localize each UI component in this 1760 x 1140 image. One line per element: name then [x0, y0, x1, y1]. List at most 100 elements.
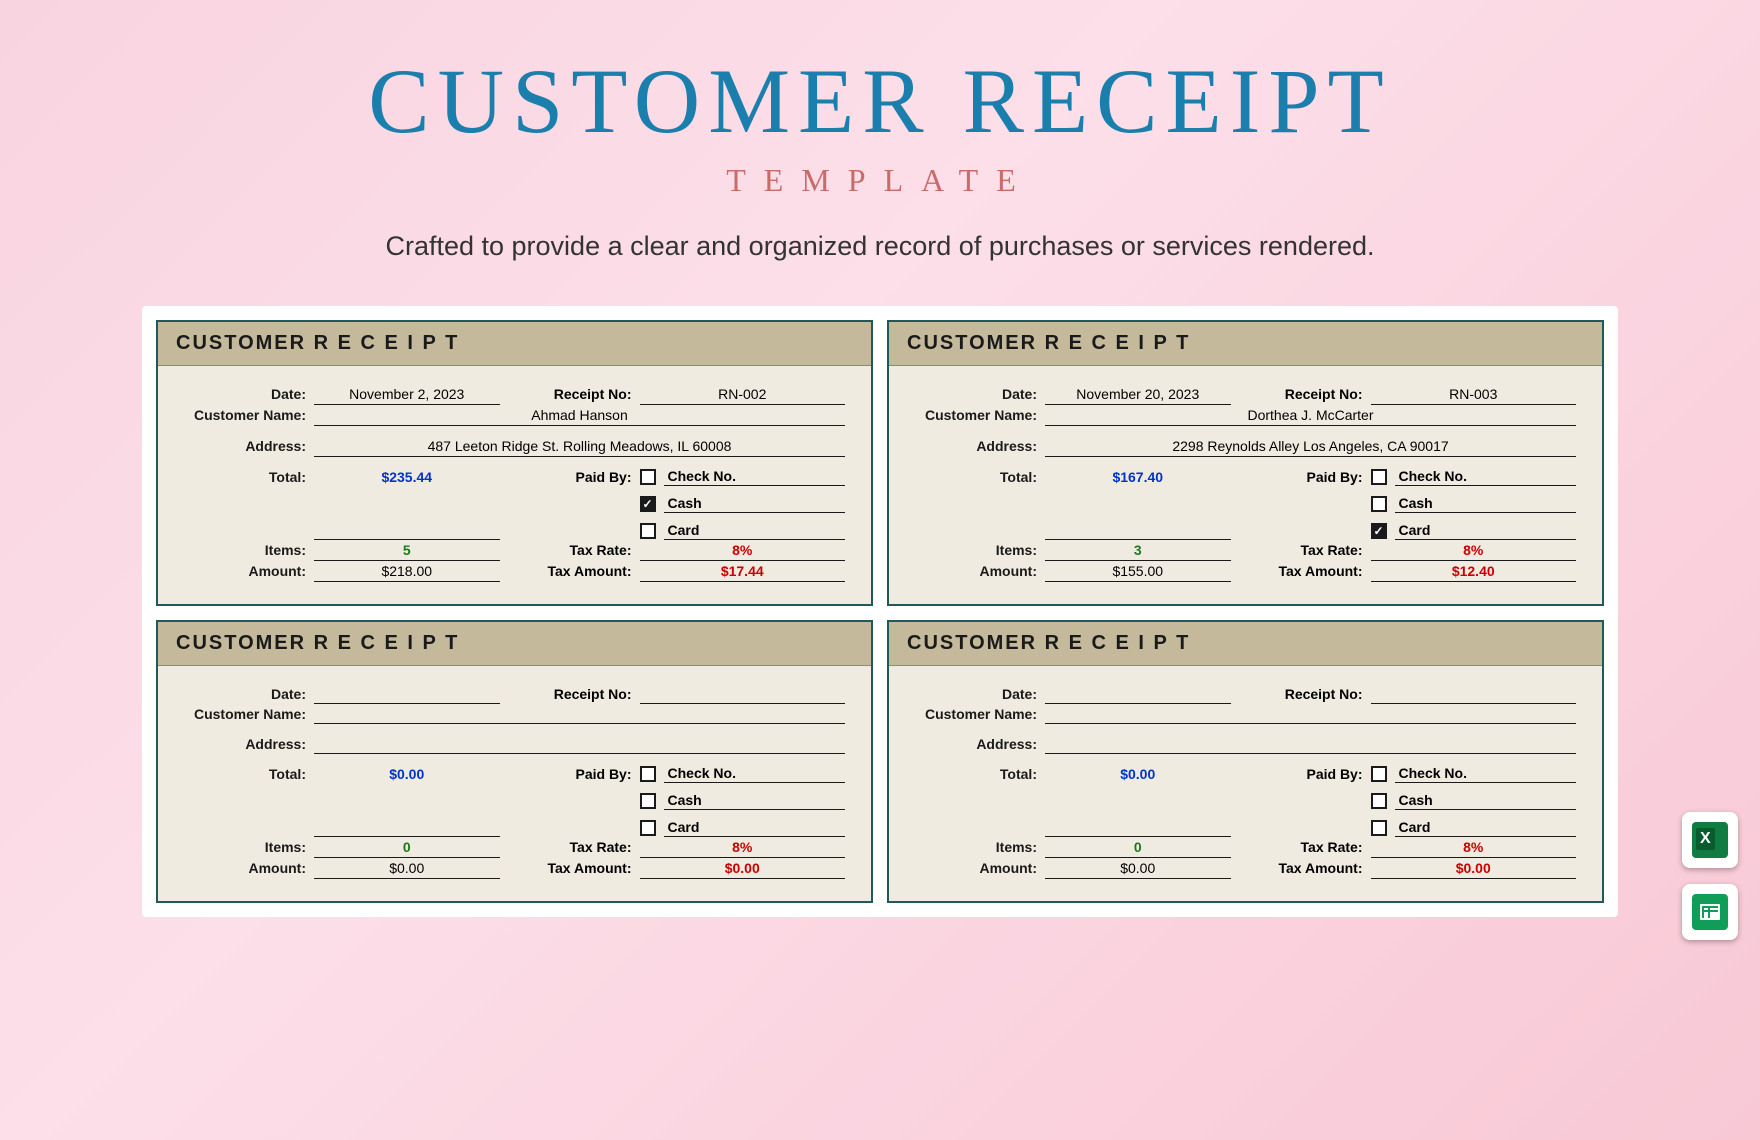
items-label: Items: [184, 837, 314, 858]
taxrate-label: Tax Rate: [530, 837, 640, 858]
items-value: 3 [1045, 540, 1231, 561]
total-label: Total: [915, 467, 1045, 540]
customer-label: Customer Name: [184, 405, 314, 423]
checkbox-icon [1371, 496, 1387, 512]
total-label: Total: [915, 764, 1045, 837]
taxamount-value: $17.44 [640, 561, 846, 582]
receipt-header: CUSTOMER R E C E I P T [889, 622, 1602, 666]
total-label: Total: [184, 764, 314, 837]
taxamount-value: $12.40 [1371, 561, 1577, 582]
address-label: Address: [915, 436, 1045, 454]
amount-value: $0.00 [1045, 858, 1231, 879]
receipt-card: CUSTOMER R E C E I P T Date:November 20,… [887, 320, 1604, 606]
total-value: $167.40 [1045, 467, 1231, 540]
receiptno-label: Receipt No: [1261, 384, 1371, 405]
amount-value: $155.00 [1045, 561, 1231, 582]
date-label: Date: [915, 384, 1045, 405]
card-label: Card [664, 818, 846, 837]
customer-value: Ahmad Hanson [314, 405, 845, 426]
amount-value: $0.00 [314, 858, 500, 879]
customer-value [1045, 704, 1576, 724]
page-subtitle: TEMPLATE [0, 162, 1760, 199]
card-label: Card [664, 521, 846, 540]
items-value: 5 [314, 540, 500, 561]
paidby-label: Paid By: [1261, 764, 1371, 837]
receiptno-label: Receipt No: [530, 684, 640, 704]
address-value: 2298 Reynolds Alley Los Angeles, CA 9001… [1045, 436, 1576, 457]
checkbox-icon [640, 766, 656, 782]
page-description: Crafted to provide a clear and organized… [0, 231, 1760, 262]
date-label: Date: [915, 684, 1045, 704]
receipt-header: CUSTOMER R E C E I P T [158, 322, 871, 366]
taxamount-value: $0.00 [1371, 858, 1577, 879]
excel-icon[interactable] [1682, 812, 1738, 868]
checkbox-icon [640, 820, 656, 836]
card-label: Card [1395, 521, 1577, 540]
taxrate-label: Tax Rate: [1261, 837, 1371, 858]
receipt-header: CUSTOMER R E C E I P T [889, 322, 1602, 366]
taxamount-value: $0.00 [640, 858, 846, 879]
customer-label: Customer Name: [184, 704, 314, 722]
address-value [314, 734, 845, 754]
paidby-label: Paid By: [530, 764, 640, 837]
taxrate-value: 8% [640, 837, 846, 858]
checkno-label: Check No. [1395, 467, 1577, 486]
amount-label: Amount: [915, 561, 1045, 582]
total-value: $235.44 [314, 467, 500, 540]
taxrate-label: Tax Rate: [1261, 540, 1371, 561]
taxamount-label: Tax Amount: [530, 561, 640, 582]
cash-label: Cash [664, 494, 846, 513]
customer-value: Dorthea J. McCarter [1045, 405, 1576, 426]
address-value: 487 Leeton Ridge St. Rolling Meadows, IL… [314, 436, 845, 457]
receiptno-label: Receipt No: [530, 384, 640, 405]
hero-header: CUSTOMER RECEIPT TEMPLATE Crafted to pro… [0, 0, 1760, 262]
items-label: Items: [184, 540, 314, 561]
receipt-card: CUSTOMER R E C E I P T Date: Receipt No:… [887, 620, 1604, 903]
taxrate-value: 8% [640, 540, 846, 561]
address-label: Address: [184, 734, 314, 752]
card-label: Card [1395, 818, 1577, 837]
taxamount-label: Tax Amount: [1261, 561, 1371, 582]
date-label: Date: [184, 384, 314, 405]
google-sheets-icon[interactable] [1682, 884, 1738, 940]
amount-label: Amount: [915, 858, 1045, 879]
customer-value [314, 704, 845, 724]
checkbox-icon: ✓ [640, 496, 656, 512]
taxrate-value: 8% [1371, 837, 1577, 858]
total-label: Total: [184, 467, 314, 540]
receipt-header: CUSTOMER R E C E I P T [158, 622, 871, 666]
items-value: 0 [1045, 837, 1231, 858]
customer-label: Customer Name: [915, 405, 1045, 423]
receipt-sheet: CUSTOMER R E C E I P T Date:November 2, … [142, 306, 1618, 917]
total-value: $0.00 [314, 764, 500, 837]
taxamount-label: Tax Amount: [1261, 858, 1371, 879]
items-value: 0 [314, 837, 500, 858]
customer-label: Customer Name: [915, 704, 1045, 722]
checkbox-icon: ✓ [1371, 523, 1387, 539]
checkbox-icon [640, 469, 656, 485]
receipt-card: CUSTOMER R E C E I P T Date:November 2, … [156, 320, 873, 606]
receipt-card: CUSTOMER R E C E I P T Date: Receipt No:… [156, 620, 873, 903]
taxamount-label: Tax Amount: [530, 858, 640, 879]
cash-label: Cash [1395, 494, 1577, 513]
checkbox-icon [1371, 766, 1387, 782]
amount-label: Amount: [184, 561, 314, 582]
taxrate-value: 8% [1371, 540, 1577, 561]
receiptno-value [640, 684, 846, 704]
amount-value: $218.00 [314, 561, 500, 582]
date-value: November 20, 2023 [1045, 384, 1231, 405]
checkno-label: Check No. [664, 467, 846, 486]
date-value [314, 684, 500, 704]
format-badges [1682, 812, 1738, 940]
checkbox-icon [1371, 820, 1387, 836]
items-label: Items: [915, 837, 1045, 858]
taxrate-label: Tax Rate: [530, 540, 640, 561]
date-value [1045, 684, 1231, 704]
checkbox-icon [640, 523, 656, 539]
date-value: November 2, 2023 [314, 384, 500, 405]
amount-label: Amount: [184, 858, 314, 879]
receiptno-label: Receipt No: [1261, 684, 1371, 704]
date-label: Date: [184, 684, 314, 704]
checkbox-icon [1371, 793, 1387, 809]
paidby-label: Paid By: [530, 467, 640, 540]
